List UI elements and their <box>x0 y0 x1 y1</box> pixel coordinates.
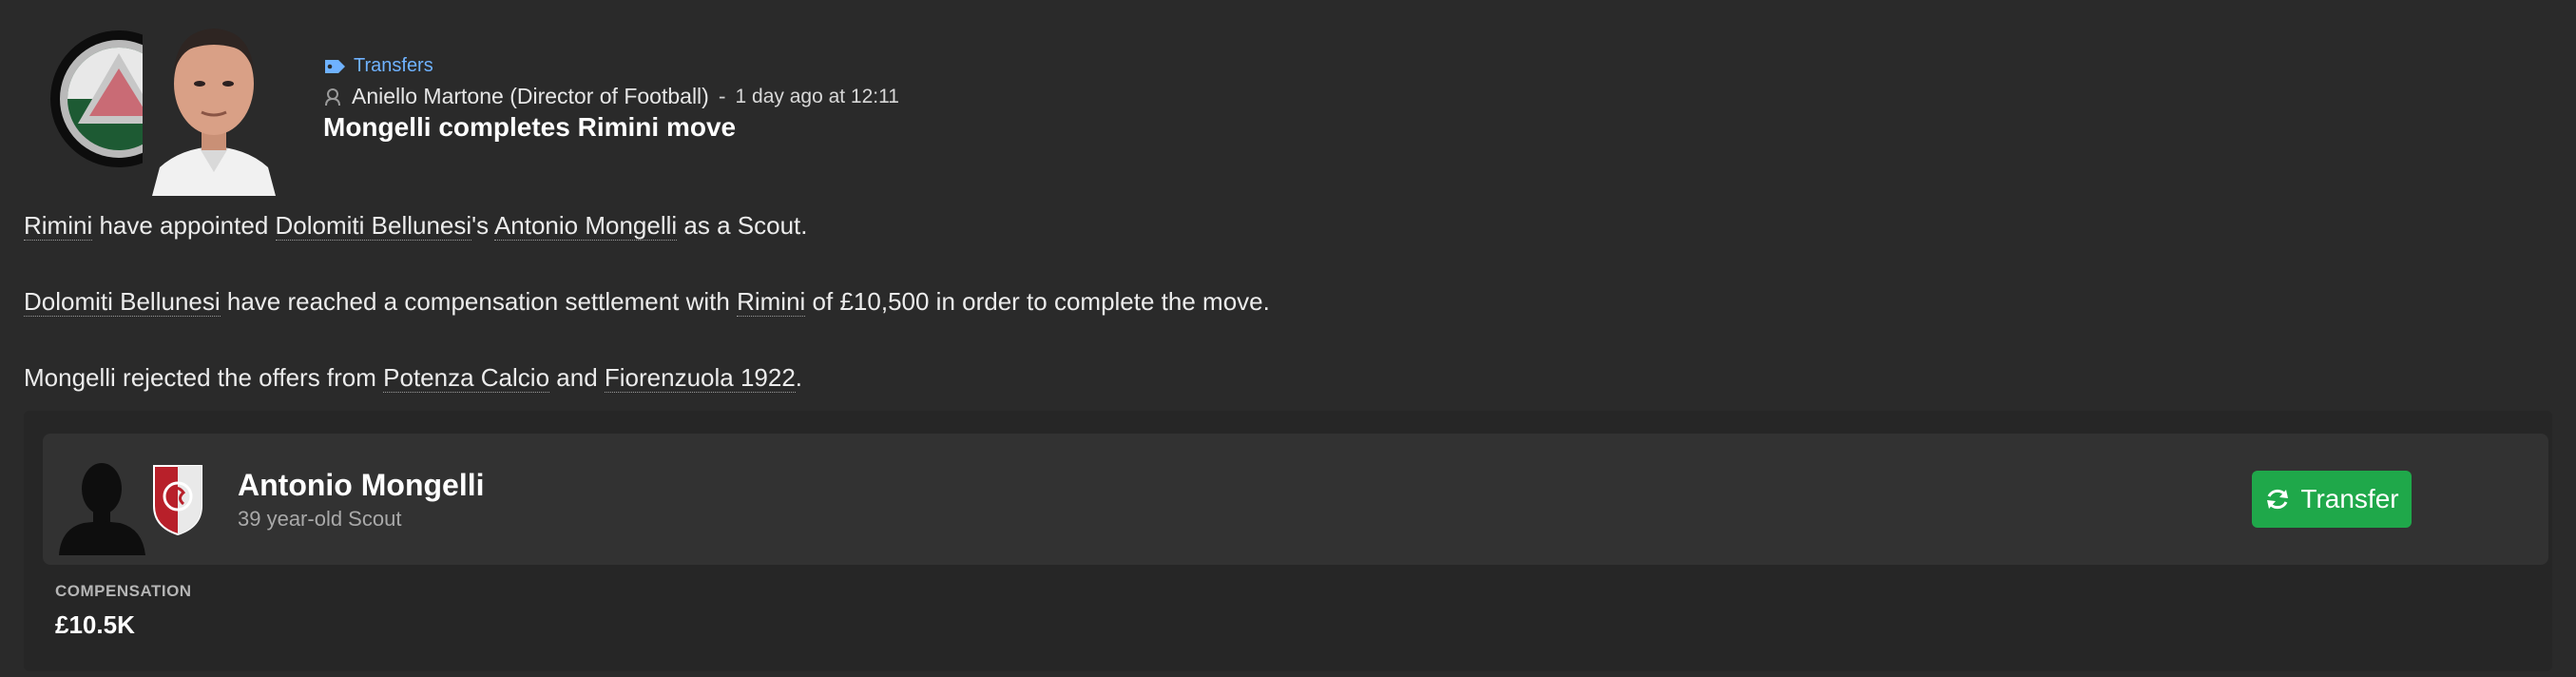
paragraph-text: Mongelli rejected the offers from <box>24 363 384 392</box>
news-paragraph-3: Mongelli rejected the offers from Potenz… <box>24 363 802 393</box>
category-label[interactable]: Transfers <box>354 55 433 77</box>
news-timestamp: 1 day ago at 12:11 <box>735 85 899 107</box>
compensation-label: COMPENSATION <box>55 582 192 600</box>
club-link[interactable]: Dolomiti Bellunesi <box>24 287 221 317</box>
paragraph-text: and <box>549 363 605 392</box>
news-page: Transfers Aniello Martone (Director of F… <box>0 0 2576 677</box>
meta-separator: - <box>718 84 726 108</box>
compensation-value: £10.5K <box>55 610 135 639</box>
paragraph-text: as a Scout. <box>677 211 808 240</box>
paragraph-text: have appointed <box>92 211 276 240</box>
club-link[interactable]: Dolomiti Bellunesi <box>275 211 472 241</box>
category-tag[interactable]: Transfers <box>323 55 433 77</box>
author-portrait <box>143 6 285 196</box>
paragraph-text: of £10,500 in order to complete the move… <box>805 287 1270 316</box>
club-link[interactable]: Rimini <box>737 287 806 317</box>
person-silhouette-icon <box>59 463 145 555</box>
player-subtitle: 39 year-old Scout <box>238 507 402 531</box>
paragraph-text: . <box>795 363 803 392</box>
refresh-icon <box>2267 489 2289 510</box>
paragraph-text: 's <box>471 211 494 240</box>
person-icon <box>325 87 340 106</box>
news-paragraph-2: Dolomiti Bellunesi have reached a compen… <box>24 287 1270 317</box>
player-name[interactable]: Antonio Mongelli <box>238 468 485 503</box>
person-portrait-icon <box>143 6 285 196</box>
paragraph-text: have reached a compensation settlement w… <box>220 287 738 316</box>
tag-icon <box>325 59 345 73</box>
transfer-button-label: Transfer <box>2300 484 2399 513</box>
news-title: Mongelli completes Rimini move <box>323 112 737 142</box>
transfer-button[interactable]: Transfer <box>2252 471 2412 528</box>
news-paragraph-1: Rimini have appointed Dolomiti Bellunesi… <box>24 211 807 241</box>
news-meta: Aniello Martone (Director of Football) -… <box>323 84 899 109</box>
club-link[interactable]: Rimini <box>24 211 93 241</box>
club-link[interactable]: Potenza Calcio <box>383 363 550 393</box>
club-link[interactable]: Fiorenzuola 1922 <box>604 363 796 393</box>
news-header: Transfers Aniello Martone (Director of F… <box>0 0 2576 200</box>
person-link[interactable]: Antonio Mongelli <box>493 211 678 241</box>
author-name[interactable]: Aniello Martone (Director of Football) <box>352 84 709 109</box>
club-crest-icon <box>153 465 202 536</box>
